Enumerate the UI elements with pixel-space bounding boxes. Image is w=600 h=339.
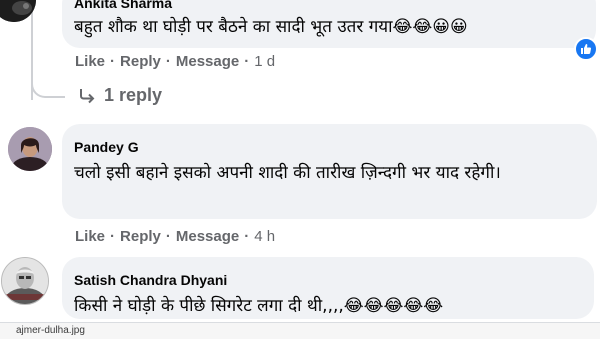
download-filename[interactable]: ajmer-dulha.jpg bbox=[16, 325, 85, 336]
comment-author[interactable]: Ankita Sharma bbox=[74, 0, 584, 12]
comment-text: बहुत शौक था घोड़ी पर बैठने का सादी भूत उ… bbox=[74, 17, 468, 37]
separator-dot: · bbox=[110, 228, 116, 245]
avatar-image bbox=[2, 258, 48, 304]
like-button[interactable]: Like bbox=[75, 53, 105, 70]
comment-author[interactable]: Satish Chandra Dhyani bbox=[74, 271, 582, 289]
commenter-avatar[interactable] bbox=[1, 257, 49, 305]
comment-text: किसी ने घोड़ी के पीछे सिगरेट लगा दी थी,,… bbox=[74, 296, 444, 316]
comment-bubble: Pandey G चलो इसी बहाने इसको अपनी शादी की… bbox=[62, 124, 597, 219]
separator-dot: · bbox=[244, 53, 250, 70]
reply-thread-connector bbox=[31, 62, 65, 98]
comment-author[interactable]: Pandey G bbox=[74, 138, 585, 156]
reaction-badge[interactable] bbox=[574, 37, 598, 61]
separator-dot: · bbox=[165, 228, 171, 245]
comment-actions: Like · Reply · Message · 1 d bbox=[75, 53, 275, 70]
reply-button[interactable]: Reply bbox=[120, 228, 161, 245]
separator-dot: · bbox=[244, 228, 250, 245]
comment-text: चलो इसी बहाने इसको अपनी शादी की तारीख ज़… bbox=[74, 163, 501, 183]
commenter-avatar[interactable] bbox=[8, 127, 52, 171]
view-replies-link[interactable]: 1 reply bbox=[78, 85, 162, 106]
avatar-image bbox=[8, 127, 52, 171]
thumbs-up-icon bbox=[581, 44, 592, 54]
message-button[interactable]: Message bbox=[176, 228, 239, 245]
message-button[interactable]: Message bbox=[176, 53, 239, 70]
reply-button[interactable]: Reply bbox=[120, 53, 161, 70]
separator-dot: · bbox=[110, 53, 116, 70]
replies-count-label[interactable]: 1 reply bbox=[104, 85, 162, 106]
comment-actions: Like · Reply · Message · 4 h bbox=[75, 228, 275, 245]
download-bar: ajmer-dulha.jpg bbox=[0, 322, 600, 339]
reply-arrow-icon bbox=[80, 88, 95, 103]
separator-dot: · bbox=[165, 53, 171, 70]
comment-bubble: Satish Chandra Dhyani किसी ने घोड़ी के प… bbox=[62, 257, 594, 319]
comment-timestamp[interactable]: 1 d bbox=[254, 53, 275, 70]
comment-bubble: Ankita Sharma बहुत शौक था घोड़ी पर बैठने… bbox=[62, 0, 596, 48]
like-button[interactable]: Like bbox=[75, 228, 105, 245]
comment-timestamp[interactable]: 4 h bbox=[254, 228, 275, 245]
